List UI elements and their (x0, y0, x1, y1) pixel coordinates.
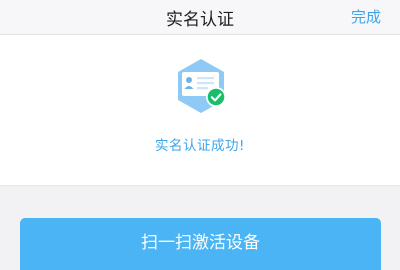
done-button[interactable]: 完成 (351, 6, 381, 27)
success-message: 实名认证成功! (155, 138, 245, 154)
page-title: 实名认证 (166, 10, 234, 30)
verification-result-panel: 实名认证成功! (0, 35, 400, 186)
id-card-verified-icon (172, 58, 230, 116)
scan-activate-device-button[interactable]: 扫一扫激活设备 (20, 218, 381, 270)
navigation-bar: 实名认证 完成 (0, 0, 400, 35)
